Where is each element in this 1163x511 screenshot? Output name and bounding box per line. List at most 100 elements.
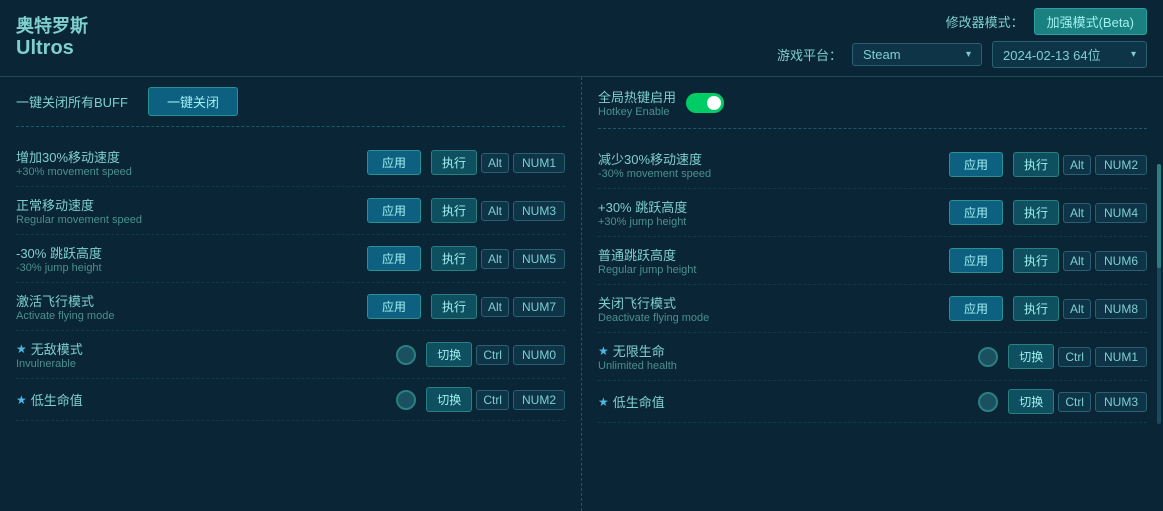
execute-button[interactable]: 执行 xyxy=(1013,152,1059,177)
mod-name-section: +30% 跳跃高度+30% jump height xyxy=(598,197,939,228)
main-container: 奥特罗斯 Ultros 修改器模式： 加强模式(Beta) 游戏平台： Stea… xyxy=(0,0,1163,511)
hotkey-group: 执行AltNUM7 xyxy=(431,294,565,319)
version-value: 2024-02-13 64位 xyxy=(1003,45,1101,64)
mod-item: 关闭飞行模式Deactivate flying mode 应用执行AltNUM8 xyxy=(598,285,1147,333)
apply-button[interactable]: 应用 xyxy=(367,246,421,271)
key-code-badge: NUM6 xyxy=(1095,251,1147,271)
mod-name-section: ★低生命值 xyxy=(598,392,968,411)
version-chevron-icon: ▾ xyxy=(1131,49,1136,60)
execute-button[interactable]: 执行 xyxy=(1013,248,1059,273)
key-code-badge: NUM7 xyxy=(513,297,565,317)
key-modifier-badge: Ctrl xyxy=(1058,347,1091,367)
app-title-en: Ultros xyxy=(16,37,88,60)
apply-button[interactable]: 应用 xyxy=(949,296,1003,321)
mod-name-zh: +30% 跳跃高度 xyxy=(598,197,939,216)
apply-button[interactable]: 应用 xyxy=(949,152,1003,177)
mod-name-section: 关闭飞行模式Deactivate flying mode xyxy=(598,293,939,324)
star-icon: ★ xyxy=(16,393,27,407)
one-click-label: 一键关闭所有BUFF xyxy=(16,92,128,111)
apply-button[interactable]: 应用 xyxy=(367,294,421,319)
platform-chevron-icon: ▾ xyxy=(966,49,971,60)
version-dropdown[interactable]: 2024-02-13 64位 ▾ xyxy=(992,41,1147,68)
app-title-zh: 奥特罗斯 xyxy=(16,16,88,38)
mod-name-zh: 关闭飞行模式 xyxy=(598,293,939,312)
mod-name-en: Unlimited health xyxy=(598,360,968,372)
mod-item: ★低生命值 切换CtrlNUM3 xyxy=(598,381,1147,423)
execute-button[interactable]: 执行 xyxy=(431,246,477,271)
mod-name-zh: ★无限生命 xyxy=(598,341,968,360)
hotkey-group: 执行AltNUM2 xyxy=(1013,152,1147,177)
toggle-circle[interactable] xyxy=(396,390,416,410)
mod-name-zh: 增加30%移动速度 xyxy=(16,147,357,166)
header: 奥特罗斯 Ultros 修改器模式： 加强模式(Beta) 游戏平台： Stea… xyxy=(0,0,1163,76)
mod-item: 普通跳跃高度Regular jump height 应用执行AltNUM6 xyxy=(598,237,1147,285)
modifier-row: 修改器模式： 加强模式(Beta) xyxy=(946,8,1147,35)
modifier-label: 修改器模式： xyxy=(946,12,1024,31)
mod-item: -30% 跳跃高度-30% jump height应用执行AltNUM5 xyxy=(16,235,565,283)
execute-button[interactable]: 执行 xyxy=(1013,296,1059,321)
hotkey-enable-row: 全局热键启用 Hotkey Enable xyxy=(598,87,1147,129)
mod-name-en: -30% movement speed xyxy=(598,168,939,180)
apply-button[interactable]: 应用 xyxy=(367,198,421,223)
key-modifier-badge: Ctrl xyxy=(476,390,509,410)
key-modifier-badge: Alt xyxy=(1063,155,1091,175)
left-items-container: 增加30%移动速度+30% movement speed应用执行AltNUM1正… xyxy=(16,139,565,421)
toggle-button[interactable]: 切换 xyxy=(1008,389,1054,414)
right-items-container: 减少30%移动速度-30% movement speed应用执行AltNUM2+… xyxy=(598,141,1147,423)
key-modifier-badge: Alt xyxy=(1063,251,1091,271)
execute-button[interactable]: 执行 xyxy=(431,294,477,319)
key-modifier-badge: Alt xyxy=(481,249,509,269)
header-right: 修改器模式： 加强模式(Beta) 游戏平台： Steam ▾ 2024-02-… xyxy=(777,8,1147,68)
mod-name-zh: 普通跳跃高度 xyxy=(598,245,939,264)
one-click-row: 一键关闭所有BUFF 一键关闭 xyxy=(16,87,565,127)
mod-name-en: Invulnerable xyxy=(16,358,386,370)
star-icon: ★ xyxy=(598,344,609,358)
hotkey-group: 切换CtrlNUM1 xyxy=(1008,344,1147,369)
hotkey-toggle[interactable] xyxy=(686,93,724,113)
key-modifier-badge: Ctrl xyxy=(476,345,509,365)
key-code-badge: NUM2 xyxy=(1095,155,1147,175)
toggle-circle[interactable] xyxy=(978,392,998,412)
key-code-badge: NUM5 xyxy=(513,249,565,269)
mod-item: +30% 跳跃高度+30% jump height应用执行AltNUM4 xyxy=(598,189,1147,237)
toggle-button[interactable]: 切换 xyxy=(426,342,472,367)
mod-name-section: ★无限生命Unlimited health xyxy=(598,341,968,372)
key-code-badge: NUM8 xyxy=(1095,299,1147,319)
platform-dropdown[interactable]: Steam ▾ xyxy=(852,43,982,66)
mod-item: 激活飞行模式Activate flying mode 应用执行AltNUM7 xyxy=(16,283,565,331)
mod-item: 正常移动速度Regular movement speed应用执行AltNUM3 xyxy=(16,187,565,235)
key-modifier-badge: Alt xyxy=(1063,203,1091,223)
mod-name-zh: ★无敌模式 xyxy=(16,339,386,358)
toggle-button[interactable]: 切换 xyxy=(1008,344,1054,369)
key-modifier-badge: Alt xyxy=(481,153,509,173)
mod-name-section: 减少30%移动速度-30% movement speed xyxy=(598,149,939,180)
modifier-beta-button[interactable]: 加强模式(Beta) xyxy=(1034,8,1147,35)
mod-name-section: 普通跳跃高度Regular jump height xyxy=(598,245,939,276)
key-code-badge: NUM2 xyxy=(513,390,565,410)
left-panel: 一键关闭所有BUFF 一键关闭 增加30%移动速度+30% movement s… xyxy=(0,77,582,511)
apply-button[interactable]: 应用 xyxy=(367,150,421,175)
mod-item: ★低生命值切换CtrlNUM2 xyxy=(16,379,565,421)
app-title: 奥特罗斯 Ultros xyxy=(16,16,88,61)
mod-name-section: 激活飞行模式Activate flying mode xyxy=(16,291,357,322)
hotkey-group: 切换CtrlNUM3 xyxy=(1008,389,1147,414)
apply-button[interactable]: 应用 xyxy=(949,200,1003,225)
key-code-badge: NUM3 xyxy=(1095,392,1147,412)
execute-button[interactable]: 执行 xyxy=(431,198,477,223)
star-icon: ★ xyxy=(16,342,27,356)
key-modifier-badge: Alt xyxy=(1063,299,1091,319)
toggle-button[interactable]: 切换 xyxy=(426,387,472,412)
hotkey-group: 执行AltNUM6 xyxy=(1013,248,1147,273)
hotkey-group: 切换CtrlNUM2 xyxy=(426,387,565,412)
execute-button[interactable]: 执行 xyxy=(431,150,477,175)
apply-button[interactable]: 应用 xyxy=(949,248,1003,273)
mod-item: 增加30%移动速度+30% movement speed应用执行AltNUM1 xyxy=(16,139,565,187)
key-code-badge: NUM1 xyxy=(513,153,565,173)
hotkey-group: 执行AltNUM3 xyxy=(431,198,565,223)
toggle-circle[interactable] xyxy=(396,345,416,365)
key-code-badge: NUM0 xyxy=(513,345,565,365)
close-all-button[interactable]: 一键关闭 xyxy=(148,87,238,116)
toggle-circle[interactable] xyxy=(978,347,998,367)
execute-button[interactable]: 执行 xyxy=(1013,200,1059,225)
mod-name-zh: ★低生命值 xyxy=(598,392,968,411)
